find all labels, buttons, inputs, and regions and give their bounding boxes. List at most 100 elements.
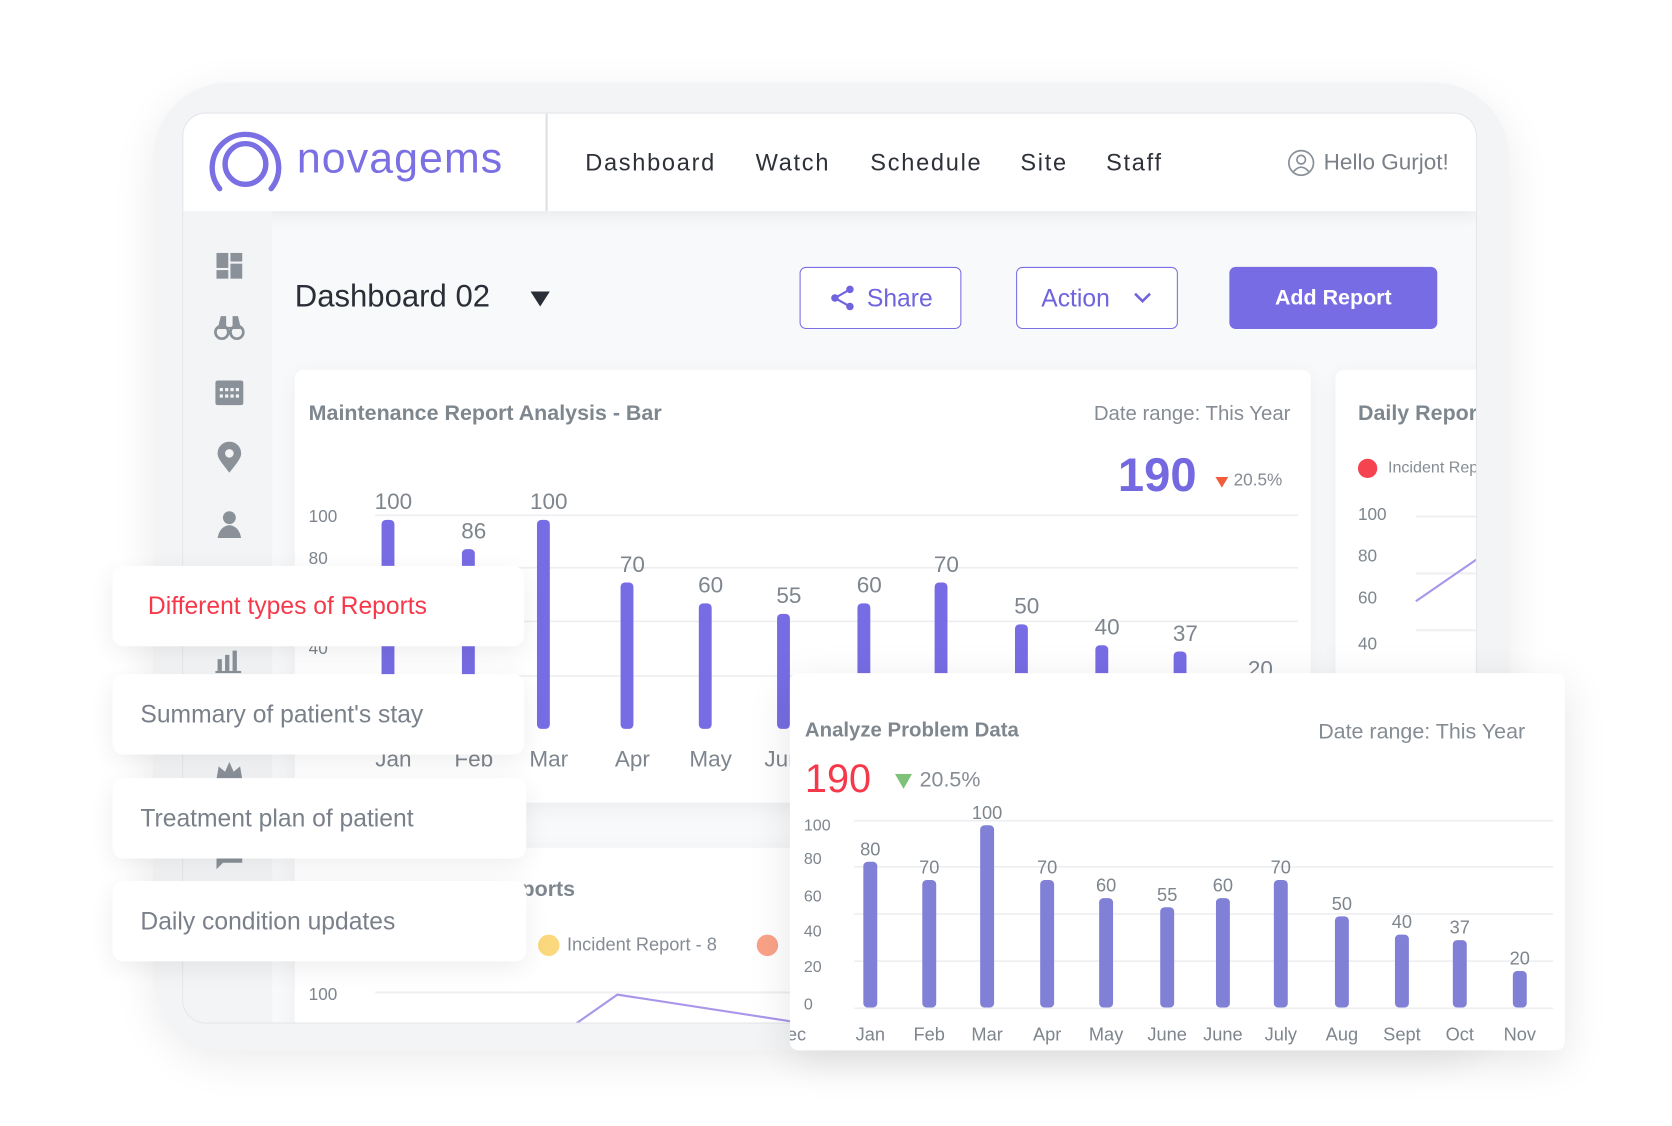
x-tick-label: Sept <box>1383 1025 1420 1045</box>
dashboard-icon[interactable] <box>213 250 245 282</box>
y-tick-label: 100 <box>309 506 338 526</box>
bar-value-label: 86 <box>461 518 486 543</box>
bar-value-label: 55 <box>776 583 801 608</box>
bar-value-label: 37 <box>1173 621 1198 646</box>
x-tick-label: Dec <box>790 1025 806 1045</box>
top-header: novagems Dashboard Watch Schedule Site S… <box>183 113 1476 212</box>
chevron-down-icon <box>1134 292 1152 303</box>
bar <box>777 613 790 729</box>
bar <box>1512 971 1527 1008</box>
user-greeting[interactable]: Hello Gurjot! <box>1287 149 1449 177</box>
gridline <box>854 960 1554 962</box>
x-tick-label: Mar <box>529 746 568 771</box>
title-dropdown-caret-icon[interactable] <box>530 291 550 307</box>
problem-bar-chart: 100 80 60 40 20 0 80 70 100 70 60 55 60 70 50 40 37 20 Jan… <box>790 803 1554 1045</box>
nav-watch[interactable]: Watch <box>756 149 831 177</box>
bar <box>980 825 995 1008</box>
bar-value-label: 60 <box>698 573 723 598</box>
bar-chart-icon[interactable] <box>213 642 245 674</box>
action-dropdown[interactable]: Action <box>1016 266 1178 330</box>
gridline <box>375 514 1298 517</box>
x-tick-label: June <box>1147 1025 1187 1045</box>
daily-line-series <box>1415 558 1476 603</box>
x-tick-label: Oct <box>1446 1025 1474 1045</box>
bar-value-label: 70 <box>1037 858 1057 878</box>
bar <box>1452 940 1467 1008</box>
feature-item-treatment[interactable]: Treatment plan of patient <box>112 778 527 859</box>
y-tick-label: 0 <box>804 996 813 1014</box>
y-tick-label: 100 <box>804 817 831 835</box>
header-divider <box>545 113 548 212</box>
x-tick-label: Apr <box>615 746 651 771</box>
analyze-problem-card: Analyze Problem Data Date range: This Ye… <box>789 673 1565 1051</box>
gridline <box>854 819 1554 822</box>
bar-value-label: 37 <box>1450 918 1470 938</box>
daily-report-card: Daily Repor Incident Rep 100 80 60 40 <box>1335 369 1476 692</box>
share-button[interactable]: Share <box>799 266 962 330</box>
add-report-button[interactable]: Add Report <box>1229 266 1438 330</box>
share-label: Share <box>866 283 933 312</box>
feature-item-summary[interactable]: Summary of patient's stay <box>112 674 525 755</box>
user-icon[interactable] <box>213 508 245 540</box>
location-pin-icon[interactable] <box>213 441 245 474</box>
bar <box>922 879 937 1008</box>
novagems-logo-icon <box>209 131 282 192</box>
bar <box>863 861 878 1008</box>
bar-value-label: 40 <box>1392 912 1412 932</box>
x-tick-label: May <box>1089 1025 1124 1045</box>
y-tick-label: 80 <box>804 850 822 868</box>
brand-name: novagems <box>296 135 504 183</box>
bar <box>1273 879 1288 1008</box>
x-tick-label: Jan <box>856 1025 885 1045</box>
bar-value-label: 20 <box>1510 949 1530 969</box>
bar-value-label: 60 <box>857 573 882 598</box>
dashboard-title[interactable]: Dashboard 02 <box>295 280 490 315</box>
bar <box>1394 934 1409 1008</box>
bar <box>1040 879 1055 1008</box>
bar <box>698 603 712 729</box>
bar-value-label: 100 <box>530 489 568 514</box>
bar <box>536 519 550 729</box>
bar-value-label: 50 <box>1014 594 1039 619</box>
nav-site[interactable]: Site <box>1020 149 1067 177</box>
bar-value-label: 50 <box>1332 894 1352 914</box>
greeting-text: Hello Gurjot! <box>1323 150 1449 175</box>
binoculars-icon[interactable] <box>213 310 245 342</box>
bar <box>1160 907 1175 1008</box>
x-tick-label: July <box>1265 1025 1298 1045</box>
bar-value-label: 70 <box>620 552 645 577</box>
x-tick-label: May <box>689 746 732 771</box>
bar <box>1334 916 1349 1008</box>
action-label: Action <box>1041 283 1110 312</box>
share-icon <box>830 285 854 311</box>
bar-value-label: 60 <box>1096 876 1116 896</box>
bar-value-label: 55 <box>1157 885 1177 905</box>
y-tick-label: 60 <box>804 887 822 905</box>
nav-schedule[interactable]: Schedule <box>870 149 982 177</box>
bar-value-label: 40 <box>1095 615 1120 640</box>
x-tick-label: Mar <box>971 1025 1002 1045</box>
calendar-icon[interactable] <box>213 375 245 407</box>
bar <box>1215 898 1230 1008</box>
nav-dashboard[interactable]: Dashboard <box>585 149 716 177</box>
bar <box>620 582 634 729</box>
gridline <box>854 866 1554 868</box>
x-tick-label: Apr <box>1033 1025 1061 1045</box>
gridline <box>854 1007 1554 1010</box>
bar-value-label: 60 <box>1213 876 1233 896</box>
bar <box>1099 898 1114 1008</box>
x-tick-label: Nov <box>1504 1025 1537 1045</box>
user-circle-icon <box>1287 149 1315 177</box>
x-tick-label: June <box>1203 1025 1243 1045</box>
bar-value-label: 70 <box>1271 858 1291 878</box>
feature-item-daily-updates[interactable]: Daily condition updates <box>112 881 527 962</box>
y-tick-label: 20 <box>804 958 822 976</box>
nav-staff[interactable]: Staff <box>1106 149 1163 177</box>
bar-value-label: 80 <box>860 839 880 859</box>
y-tick-label: 40 <box>804 923 822 941</box>
bar-value-label: 70 <box>934 552 959 577</box>
y-tick-label: 80 <box>309 548 328 568</box>
x-tick-label: Aug <box>1326 1025 1358 1045</box>
bar-value-label: 100 <box>375 489 413 514</box>
feature-item-reports[interactable]: Different types of Reports <box>112 565 525 647</box>
